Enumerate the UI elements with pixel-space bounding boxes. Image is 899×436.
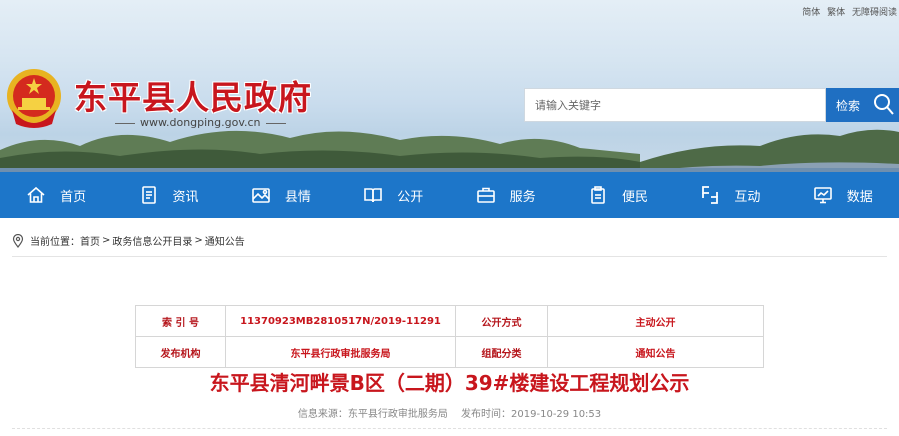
- nav-item-services[interactable]: 服务: [450, 172, 562, 218]
- breadcrumb-prefix: 当前位置：: [30, 237, 80, 248]
- site-title[interactable]: 东平县人民政府: [74, 71, 312, 119]
- top-utility-links: 简体 繁体 无障碍阅读: [798, 5, 897, 18]
- nav-item-news[interactable]: 资讯: [112, 172, 224, 218]
- index-label: 索 引 号: [135, 305, 226, 337]
- monitor-icon: [813, 187, 832, 204]
- time-label: 发布时间：: [461, 409, 512, 420]
- briefcase-icon: [476, 187, 495, 203]
- nav-label: 首页: [60, 189, 87, 205]
- breadcrumb: 当前位置： 首页 > 政务信息公开目录 > 通知公告: [12, 233, 245, 248]
- main-nav: 首页 资讯 县情 公开 服务 便民 互动 数据: [0, 172, 899, 218]
- nav-item-convenience[interactable]: 便民: [562, 172, 674, 218]
- category-value: 通知公告: [547, 336, 764, 368]
- nav-item-county-info[interactable]: 县情: [225, 172, 337, 218]
- nav-item-interaction[interactable]: 互动: [674, 172, 786, 218]
- breadcrumb-divider: [12, 256, 887, 257]
- article-title: 东平县清河畔景B区（二期）39#楼建设工程规划公示: [209, 371, 690, 395]
- accessibility-link[interactable]: 无障碍阅读: [852, 8, 897, 18]
- nav-item-home[interactable]: 首页: [0, 172, 112, 218]
- publisher-label: 发布机构: [135, 336, 226, 368]
- nav-label: 县情: [284, 189, 311, 205]
- site-domain: www.dongping.gov.cn: [110, 116, 291, 129]
- breadcrumb-catalog[interactable]: 政务信息公开目录: [112, 233, 192, 248]
- nav-label: 资讯: [172, 189, 199, 205]
- nav-label: 互动: [734, 189, 761, 205]
- national-emblem-icon: [4, 66, 64, 132]
- time-value: 2019-10-29 10:53: [511, 409, 602, 420]
- picture-icon: [252, 188, 270, 203]
- category-label: 组配分类: [455, 336, 548, 368]
- nav-item-disclosure[interactable]: 公开: [337, 172, 449, 218]
- nav-label: 服务: [509, 189, 536, 205]
- time-info: 发布时间：2019-10-29 10:53: [461, 409, 601, 420]
- clipboard-icon: [591, 186, 605, 204]
- traditional-chinese-link[interactable]: 繁体: [827, 8, 845, 18]
- nav-label: 数据: [846, 189, 873, 205]
- info-table: 索 引 号 11370923MB2810517N/2019-11291 公开方式…: [135, 305, 764, 368]
- breadcrumb-separator: >: [194, 235, 203, 246]
- interaction-icon: [702, 186, 719, 204]
- document-icon: [141, 186, 156, 204]
- breadcrumb-home[interactable]: 首页: [80, 233, 100, 248]
- publisher-value: 东平县行政审批服务局: [225, 336, 456, 368]
- search-icon[interactable]: [870, 88, 899, 122]
- table-row: 发布机构 东平县行政审批服务局 组配分类 通知公告: [135, 336, 764, 368]
- search-button[interactable]: 检索: [826, 88, 870, 122]
- search-input[interactable]: [525, 89, 825, 121]
- method-value: 主动公开: [547, 305, 764, 337]
- article-meta: 信息来源：东平县行政审批服务局 发布时间：2019-10-29 10:53: [0, 405, 899, 420]
- source-label: 信息来源：: [297, 409, 348, 420]
- source-value: 东平县行政审批服务局: [347, 409, 448, 420]
- nav-label: 便民: [622, 189, 649, 205]
- breadcrumb-notices[interactable]: 通知公告: [205, 233, 245, 248]
- source-info: 信息来源：东平县行政审批服务局: [298, 409, 448, 420]
- location-pin-icon: [12, 233, 24, 248]
- content-divider: [12, 428, 887, 429]
- nav-item-data[interactable]: 数据: [787, 172, 899, 218]
- simplified-chinese-link[interactable]: 简体: [802, 8, 820, 18]
- home-icon: [27, 186, 45, 203]
- breadcrumb-separator: >: [102, 235, 111, 246]
- header-banner: 东平县人民政府 www.dongping.gov.cn 检索: [0, 0, 899, 172]
- search-box: [524, 88, 826, 122]
- index-value: 11370923MB2810517N/2019-11291: [225, 305, 456, 337]
- book-icon: [364, 188, 383, 203]
- table-row: 索 引 号 11370923MB2810517N/2019-11291 公开方式…: [135, 305, 764, 337]
- method-label: 公开方式: [455, 305, 548, 337]
- nav-label: 公开: [397, 189, 424, 205]
